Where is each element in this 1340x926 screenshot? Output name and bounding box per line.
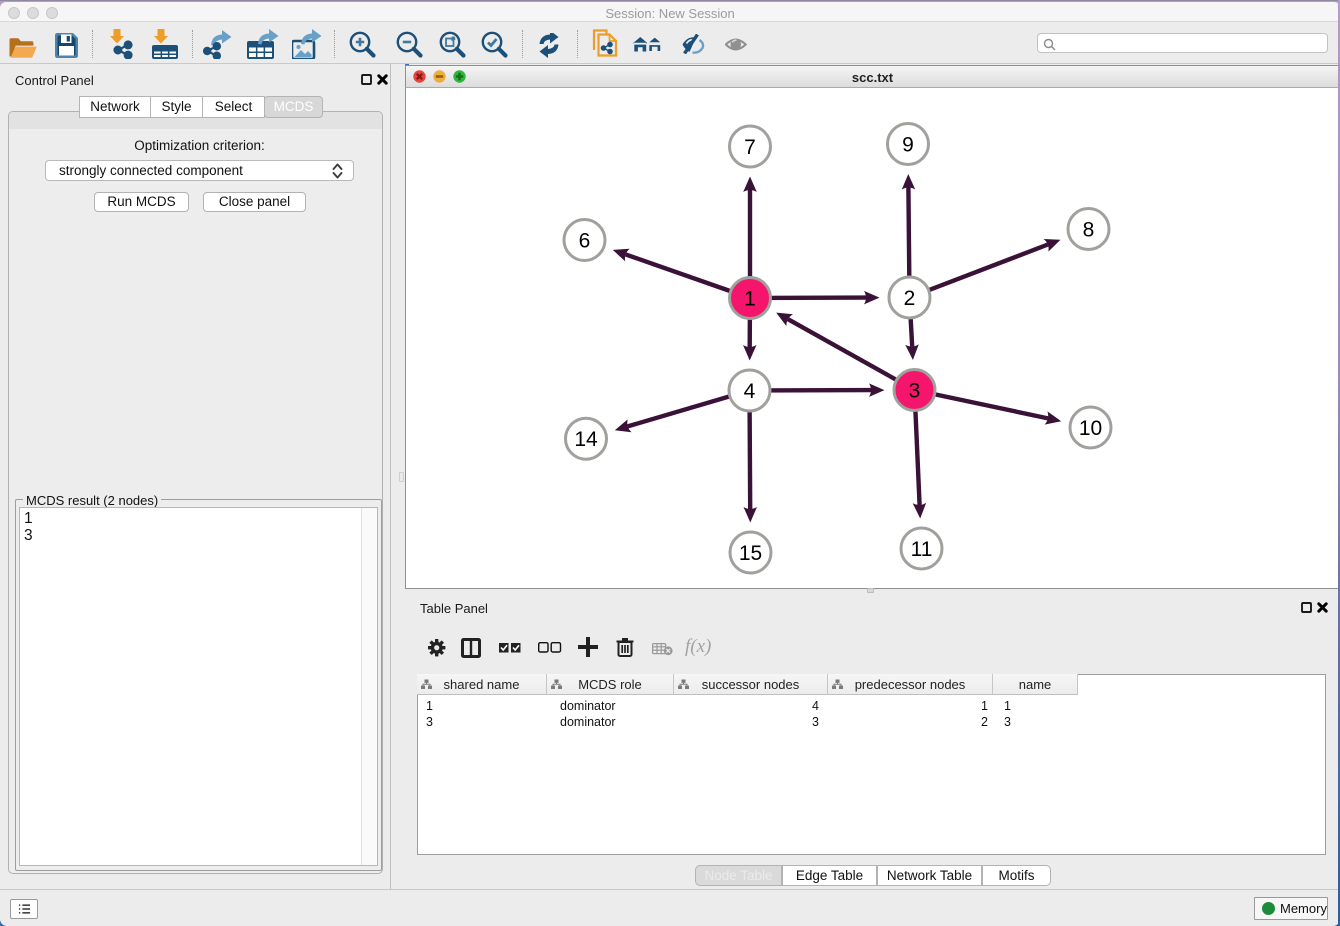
svg-text:1: 1 <box>744 288 756 311</box>
svg-text:15: 15 <box>739 542 762 565</box>
svg-text:8: 8 <box>1083 219 1095 242</box>
svg-text:9: 9 <box>902 134 914 157</box>
svg-text:6: 6 <box>579 230 591 253</box>
svg-text:14: 14 <box>574 428 598 451</box>
svg-text:4: 4 <box>744 380 756 403</box>
svg-text:2: 2 <box>904 287 916 310</box>
svg-text:11: 11 <box>911 538 933 561</box>
svg-text:3: 3 <box>909 380 921 403</box>
svg-text:10: 10 <box>1079 417 1102 440</box>
svg-text:7: 7 <box>744 136 756 159</box>
